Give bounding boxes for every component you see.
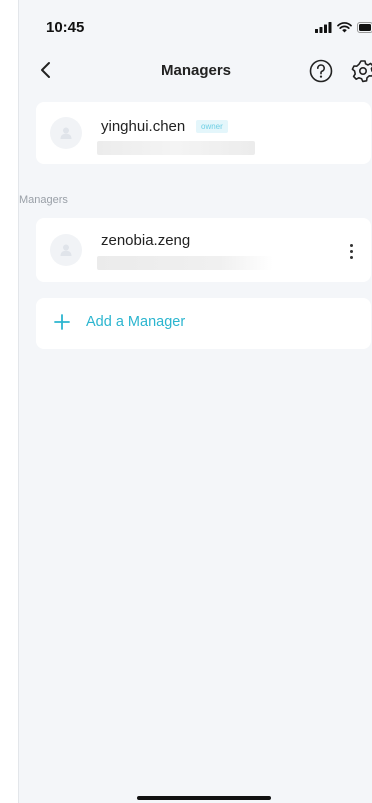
managers-section-label: Managers [19, 194, 68, 206]
battery-icon [357, 21, 372, 33]
user-avatar-icon [60, 127, 72, 139]
owner-name: yinghui.chen [101, 118, 186, 135]
more-vertical-icon-dot [349, 255, 353, 259]
settings-button[interactable] [350, 58, 372, 84]
cellular-signal-icon [315, 21, 332, 33]
wifi-icon [337, 21, 352, 32]
gear-icon [351, 60, 372, 83]
plus-icon [54, 314, 70, 330]
manager-more-button[interactable] [341, 239, 361, 263]
owner-badge: owner [196, 120, 228, 133]
add-manager-button[interactable]: Add a Manager [36, 298, 371, 349]
navigation-bar: Managers [19, 52, 372, 92]
manager-name: zenobia.zeng [101, 232, 191, 249]
status-time: 10:45 [46, 19, 85, 36]
manager-avatar [50, 234, 82, 266]
help-button[interactable] [308, 58, 334, 84]
home-indicator[interactable] [137, 796, 271, 800]
manager-email-redacted [97, 256, 273, 270]
managers-screen: 10:45 Managers yinghui.chen owner Manage… [18, 0, 372, 803]
status-bar: 10:45 [19, 0, 372, 56]
add-manager-label: Add a Manager [86, 314, 186, 330]
status-icons [315, 21, 372, 33]
more-vertical-icon-dot [349, 243, 353, 247]
owner-card[interactable]: yinghui.chen owner [36, 102, 371, 164]
more-vertical-icon-dot [349, 249, 353, 253]
manager-card[interactable]: zenobia.zeng [36, 218, 371, 282]
user-avatar-icon [60, 244, 72, 256]
question-circle-icon [309, 59, 333, 83]
owner-email-redacted [97, 141, 255, 155]
owner-avatar [50, 117, 82, 149]
